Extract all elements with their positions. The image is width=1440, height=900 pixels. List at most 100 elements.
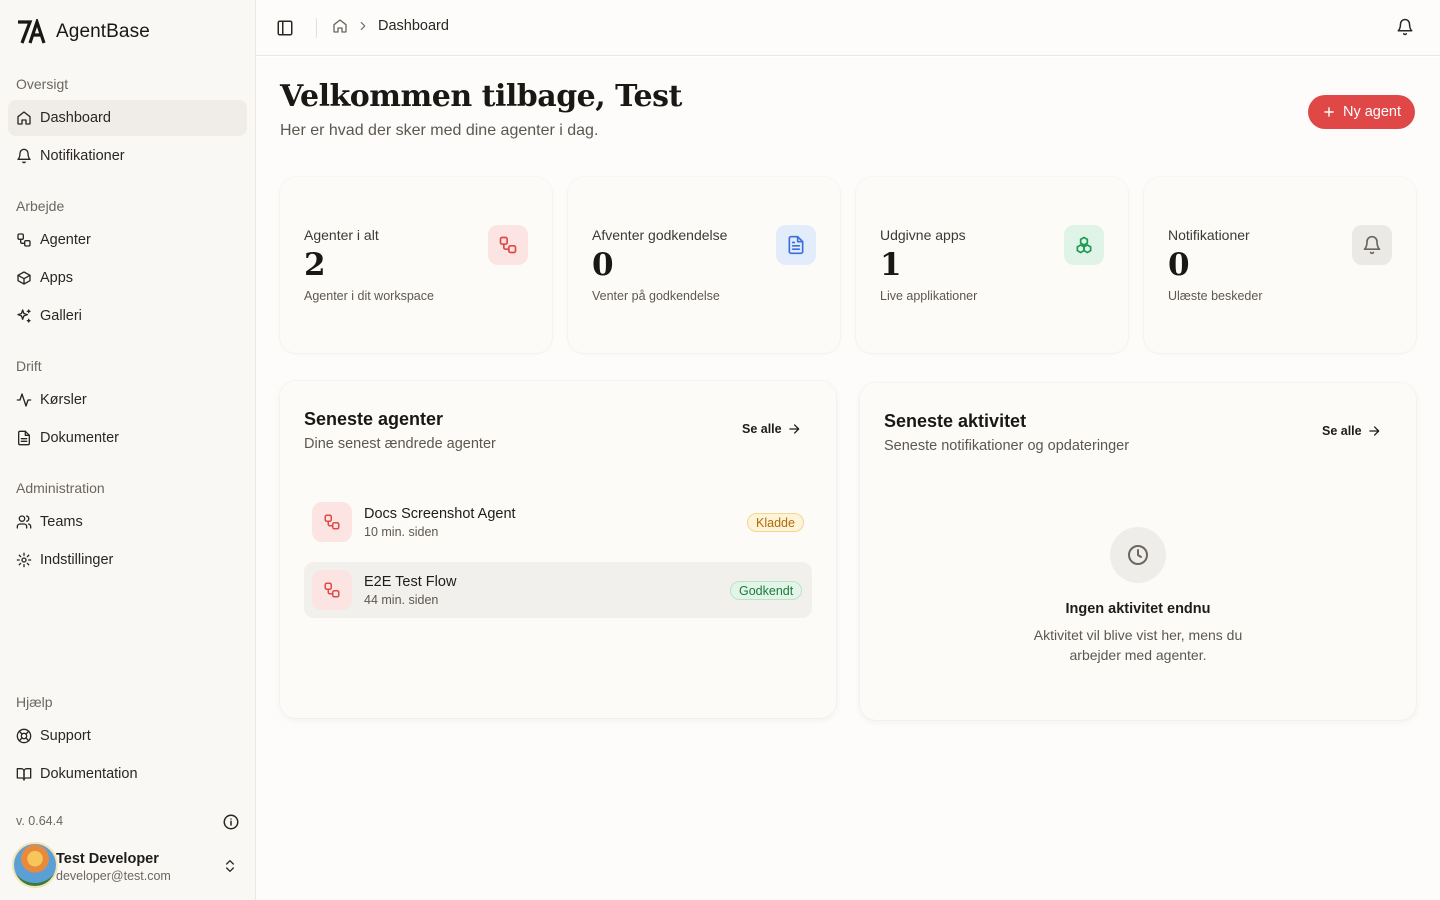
avatar (12, 842, 58, 888)
sidebar-item-galleri[interactable]: Galleri (8, 298, 247, 334)
new-agent-button[interactable]: Ny agent (1308, 95, 1415, 129)
stat-value: 0 (1168, 247, 1190, 283)
panel-title: Seneste agenter (304, 409, 444, 429)
empty-state-title: Ingen aktivitet endnu (1065, 601, 1211, 617)
info-icon[interactable] (222, 813, 240, 831)
file-icon (18, 430, 30, 446)
sidebar-item-label: Dokumenter (40, 430, 119, 446)
see-all-label: Se alle (742, 422, 782, 436)
panel-subtitle: Dine senest ændrede agenter (304, 436, 496, 452)
user-email: developer@test.com (56, 869, 171, 883)
agent-row[interactable]: E2E Test Flow 44 min. siden Godkendt (304, 562, 812, 618)
arrow-right-icon (788, 424, 799, 434)
sidebar-item-label: Dashboard (40, 110, 111, 126)
sidebar-item-label: Dokumentation (40, 766, 138, 782)
topbar-divider (316, 18, 317, 38)
workflow-icon (312, 502, 352, 542)
boxes-icon (1064, 225, 1104, 265)
chevron-right-icon (360, 21, 366, 31)
breadcrumb: Dashboard (332, 18, 449, 34)
brand-logo-icon (16, 18, 48, 46)
gear-icon (16, 552, 32, 568)
sidebar-item-dokumenter[interactable]: Dokumenter (8, 420, 247, 456)
agent-row[interactable]: Docs Screenshot Agent 10 min. siden Klad… (304, 494, 812, 550)
stat-label: Udgivne apps (880, 227, 966, 243)
sidebar-item-notifikationer[interactable]: Notifikationer (8, 138, 247, 174)
sidebar-item-label: Notifikationer (40, 148, 125, 164)
sparkles-icon (17, 309, 31, 323)
stat-card-pending[interactable]: Afventer godkendelse 0 Venter på godkend… (568, 177, 840, 353)
new-agent-label: Ny agent (1342, 104, 1402, 120)
see-all-activity-link[interactable]: Se alle (1322, 424, 1381, 438)
page-subtitle: Her er hvad der sker med dine agenter i … (280, 122, 599, 139)
status-badge: Godkendt (730, 581, 803, 600)
brand[interactable]: AgentBase (16, 18, 150, 46)
stat-value: 2 (304, 247, 326, 283)
status-badge: Kladde (747, 513, 804, 532)
workflow-icon (17, 233, 31, 247)
page-title: Velkommen tilbage, Test (280, 79, 682, 114)
version-label: v. 0.64.4 (16, 814, 64, 828)
user-name: Test Developer (56, 851, 159, 867)
bell-icon[interactable] (1396, 18, 1414, 36)
sidebar-item-label: Agenter (40, 232, 91, 248)
sidebar-item-teams[interactable]: Teams (8, 504, 247, 540)
plus-icon (1324, 107, 1334, 117)
book-icon (16, 768, 32, 781)
stat-card-agents[interactable]: Agenter i alt 2 Agenter i dit workspace (280, 177, 552, 353)
section-label-drift: Drift (16, 358, 42, 374)
home-icon[interactable] (332, 18, 348, 34)
stat-card-notifications[interactable]: Notifikationer 0 Ulæste beskeder (1144, 177, 1416, 353)
bell-icon (17, 148, 31, 164)
stat-label: Notifikationer (1168, 227, 1250, 243)
agent-time: 44 min. siden (364, 593, 439, 607)
sidebar-toggle-icon[interactable] (276, 19, 294, 37)
arrow-right-icon (1368, 426, 1379, 436)
sidebar-item-label: Kørsler (40, 392, 87, 408)
panel-title: Seneste aktivitet (884, 411, 1027, 431)
stat-value: 1 (880, 247, 902, 283)
sidebar-item-label: Teams (40, 514, 83, 530)
stat-desc: Venter på godkendelse (592, 289, 720, 303)
workflow-icon (488, 225, 528, 265)
sidebar-item-korsler[interactable]: Kørsler (8, 382, 247, 418)
sidebar-item-dashboard[interactable]: Dashboard (8, 100, 247, 136)
sidebar: AgentBase Oversigt Dashboard Notifikatio… (0, 0, 256, 900)
recent-activity-panel: Seneste aktivitet Seneste notifikationer… (860, 383, 1416, 720)
sidebar-item-dokumentation[interactable]: Dokumentation (8, 756, 247, 792)
sidebar-item-apps[interactable]: Apps (8, 260, 247, 296)
stat-desc: Live applikationer (880, 289, 978, 303)
sidebar-item-label: Support (40, 728, 91, 744)
panel-subtitle: Seneste notifikationer og opdateringer (884, 438, 1130, 454)
see-all-agents-link[interactable]: Se alle (742, 422, 801, 436)
stat-card-apps[interactable]: Udgivne apps 1 Live applikationer (856, 177, 1128, 353)
stat-value: 0 (592, 247, 614, 283)
agent-time: 10 min. siden (364, 525, 439, 539)
stat-label: Agenter i alt (304, 227, 379, 243)
workflow-icon (312, 570, 352, 610)
clock-icon (1110, 527, 1166, 583)
sidebar-item-indstillinger[interactable]: Indstillinger (8, 542, 247, 578)
stat-desc: Agenter i dit workspace (304, 289, 434, 303)
sidebar-item-label: Indstillinger (40, 552, 114, 568)
section-label-hjaelp: Hjælp (16, 694, 53, 710)
bell-icon (1352, 225, 1392, 265)
empty-state-description: Aktivitet vil blive vist her, mens du ar… (1033, 627, 1243, 663)
sidebar-item-label: Apps (40, 270, 74, 286)
sidebar-item-label: Galleri (40, 308, 82, 324)
agent-name: Docs Screenshot Agent (364, 506, 516, 522)
box-icon (17, 271, 31, 285)
agent-name: E2E Test Flow (364, 574, 457, 590)
section-label-oversigt: Oversigt (16, 76, 69, 92)
lifebuoy-icon (16, 728, 32, 744)
topbar: Dashboard (256, 0, 1440, 56)
section-label-administration: Administration (16, 480, 105, 496)
breadcrumb-current: Dashboard (378, 18, 449, 34)
sidebar-item-agenter[interactable]: Agenter (8, 222, 247, 258)
chevrons-up-down-icon (226, 860, 234, 872)
file-text-icon (776, 225, 816, 265)
brand-name: AgentBase (56, 21, 150, 42)
users-icon (16, 515, 32, 529)
user-menu[interactable]: Test Developer developer@test.com (12, 842, 248, 890)
sidebar-item-support[interactable]: Support (8, 718, 247, 754)
